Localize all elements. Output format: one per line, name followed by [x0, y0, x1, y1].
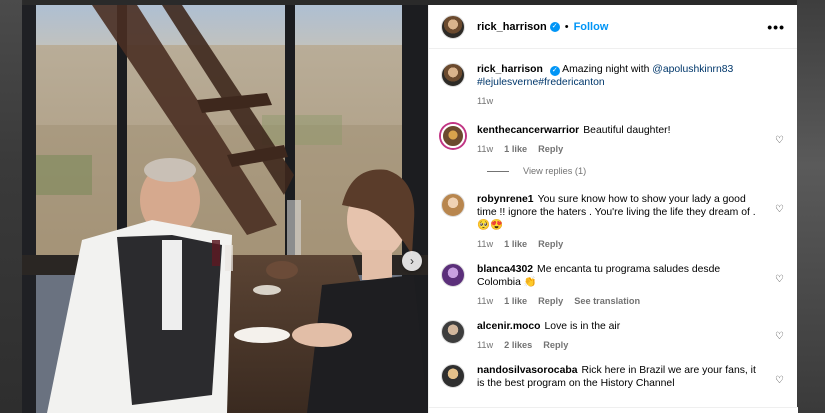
more-options-icon[interactable]: •••: [767, 19, 785, 35]
comment-reply-button[interactable]: Reply: [538, 144, 563, 154]
author-avatar[interactable]: [441, 14, 465, 39]
comments-list: rick_harrison ✓ Amazing night with @apolu…: [429, 49, 797, 390]
caption-text: Amazing night with: [562, 64, 653, 75]
verified-badge-icon: ✓: [549, 21, 560, 32]
post-action-bar: [429, 407, 798, 413]
comment-reply-button[interactable]: Reply: [543, 340, 568, 350]
comment-username[interactable]: robynrene1: [477, 194, 534, 205]
caption-hashtags[interactable]: #lejulesverne#fredericanton: [477, 77, 605, 88]
comment-age: 11w: [477, 239, 494, 249]
comment-item: blanca4302 Me encanta tu programa saludes…: [441, 263, 785, 306]
comment-reply-button[interactable]: Reply: [538, 296, 563, 306]
comment-age: 11w: [477, 144, 494, 154]
comment-text: Love is in the air: [544, 321, 621, 332]
post-header: rick_harrison ✓ • Follow •••: [429, 5, 797, 49]
backdrop-left: [0, 0, 22, 413]
comment-username[interactable]: blanca4302: [477, 264, 533, 275]
comment-avatar[interactable]: [441, 364, 465, 388]
comment-text: Beautiful daughter!: [583, 125, 671, 136]
comment-item: robynrene1 You sure know how to show your…: [441, 193, 785, 249]
follow-button[interactable]: Follow: [574, 21, 609, 33]
post-photo: ›: [22, 5, 428, 413]
backdrop-right: [797, 0, 825, 413]
post-modal: › rick_harrison ✓ • Follow ••• rick_harr…: [22, 5, 798, 413]
heart-icon[interactable]: ♡: [775, 376, 785, 386]
comment-avatar[interactable]: [441, 193, 465, 217]
caption: rick_harrison ✓ Amazing night with @apolu…: [441, 63, 785, 106]
comment-age: 11w: [477, 296, 494, 306]
chevron-right-icon: ›: [410, 254, 414, 268]
comment-likes[interactable]: 1 like: [504, 144, 527, 154]
post-photo-image: [22, 5, 428, 413]
heart-icon[interactable]: ♡: [775, 205, 785, 215]
view-replies-label: View replies (1): [523, 166, 587, 176]
comment-reply-button[interactable]: Reply: [538, 239, 563, 249]
caption-avatar[interactable]: [441, 63, 465, 87]
header-separator: •: [564, 20, 569, 33]
comment-avatar[interactable]: [441, 263, 465, 287]
caption-mention[interactable]: @apolushkinrn83: [652, 64, 733, 75]
comment-username[interactable]: nandosilvasorocaba: [477, 365, 577, 376]
see-translation-button[interactable]: See translation: [574, 296, 640, 306]
next-photo-button[interactable]: ›: [402, 251, 422, 271]
comment-item: kenthecancerwarrior Beautiful daughter! 1…: [441, 124, 785, 154]
verified-badge-icon: ✓: [549, 66, 560, 76]
author-username[interactable]: rick_harrison: [477, 21, 547, 33]
heart-icon[interactable]: ♡: [775, 275, 785, 285]
comment-username[interactable]: kenthecancerwarrior: [477, 125, 579, 136]
comment-avatar[interactable]: [441, 320, 465, 344]
comment-item: nandosilvasorocaba Rick here in Brazil we…: [441, 364, 785, 390]
comment-username[interactable]: alcenir.moco: [477, 321, 541, 332]
heart-icon[interactable]: ♡: [775, 332, 785, 342]
comment-age: 11w: [477, 340, 494, 350]
comment-item: alcenir.moco Love is in the air 11w 2 lik…: [441, 320, 785, 350]
caption-age: 11w: [477, 96, 494, 106]
comment-avatar[interactable]: [441, 124, 465, 148]
comment-likes[interactable]: 1 like: [504, 296, 527, 306]
caption-username[interactable]: rick_harrison: [477, 64, 543, 75]
replies-divider: [487, 170, 509, 172]
comment-likes[interactable]: 1 like: [504, 239, 527, 249]
post-side-panel: rick_harrison ✓ • Follow ••• rick_harris…: [428, 5, 798, 413]
view-replies-button[interactable]: View replies (1): [487, 166, 785, 176]
heart-icon[interactable]: ♡: [775, 136, 785, 146]
comment-likes[interactable]: 2 likes: [504, 340, 532, 350]
